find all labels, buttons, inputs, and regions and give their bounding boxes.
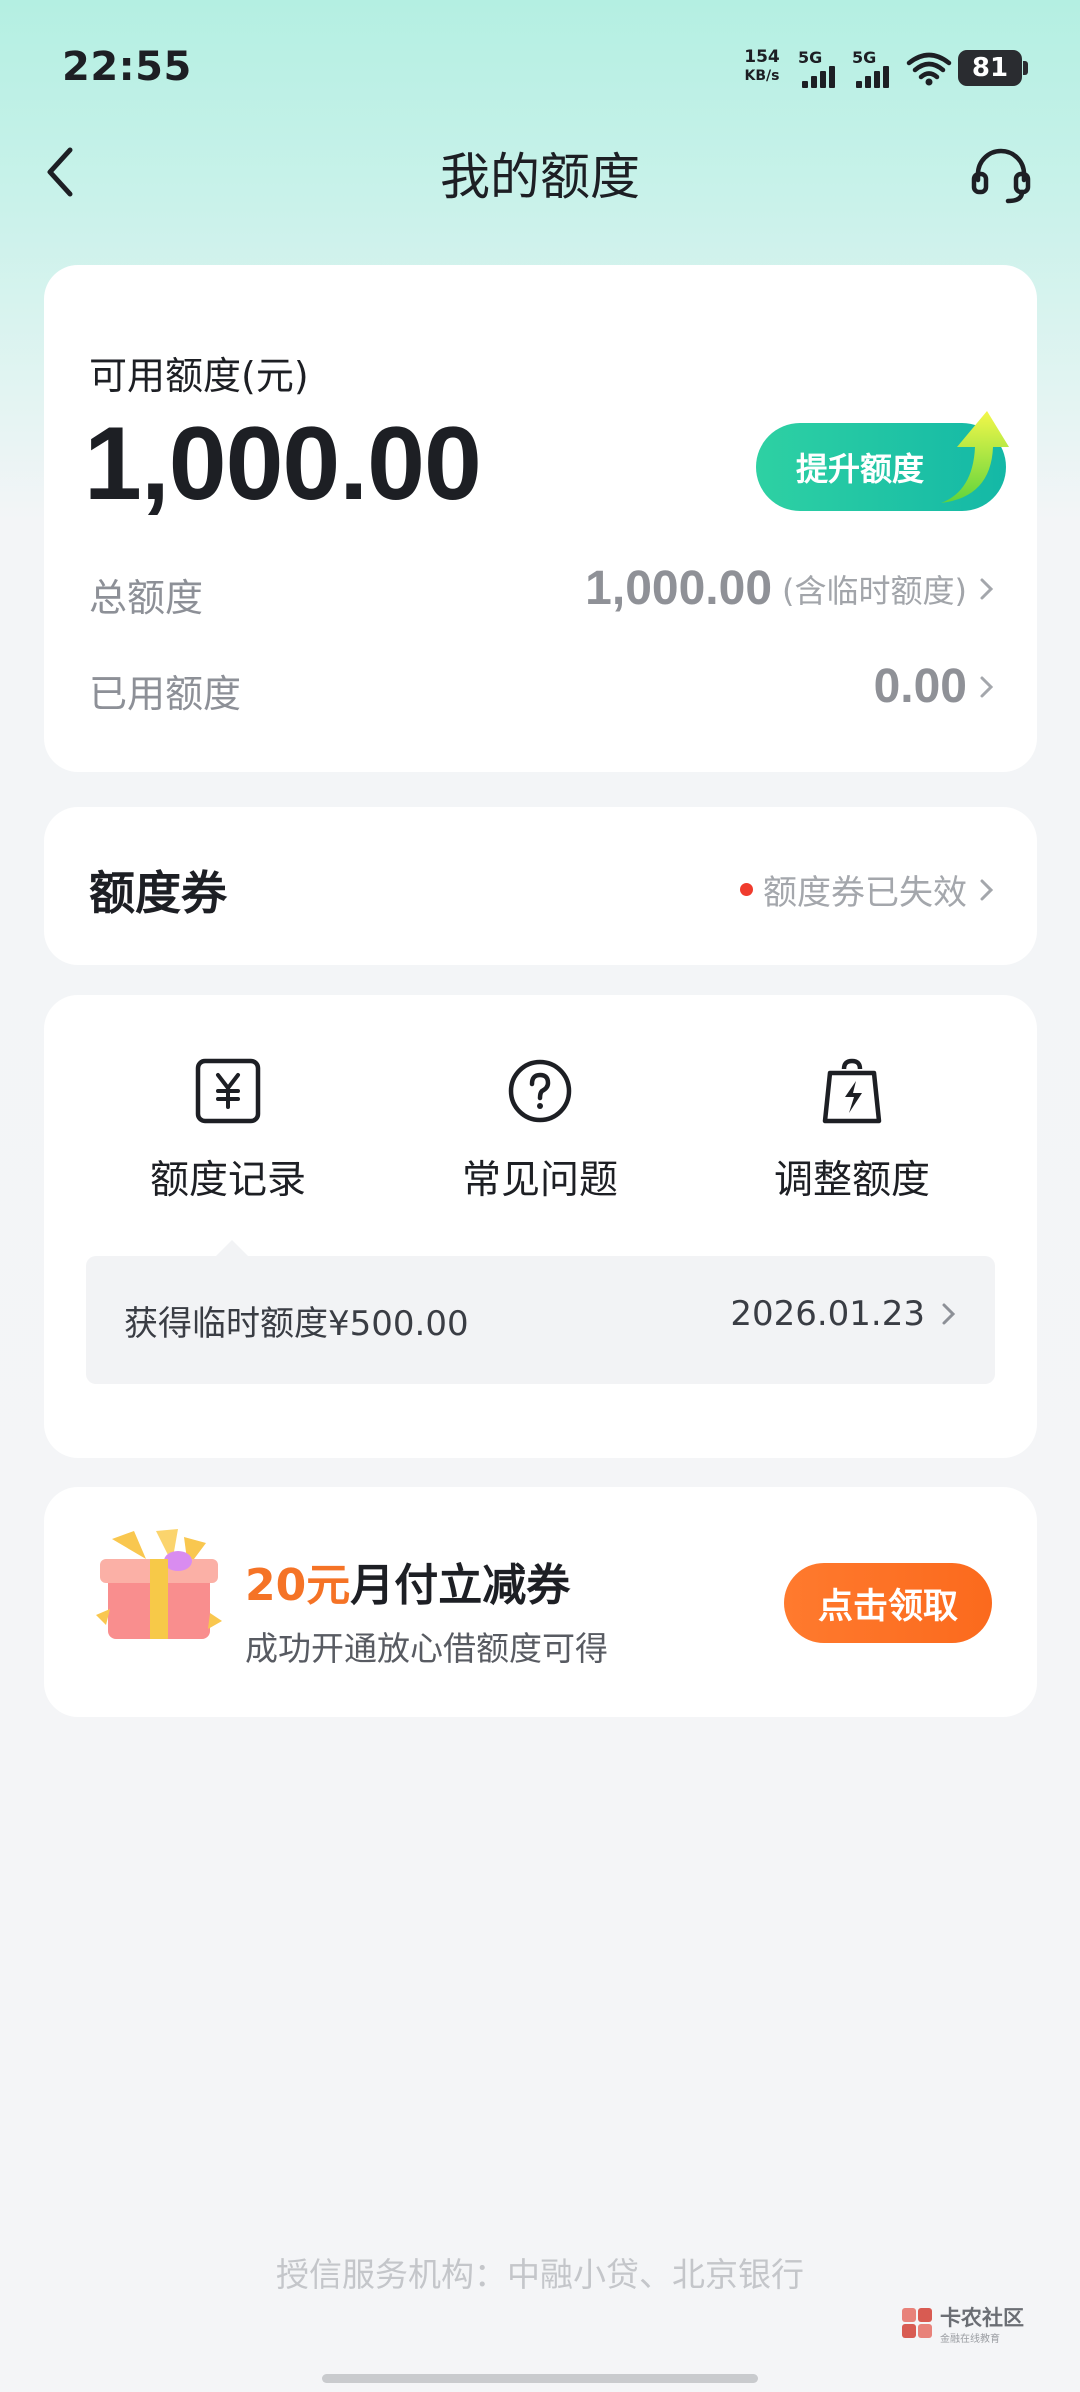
- gift-box-icon: [96, 1529, 222, 1639]
- limit-record-item-date: 2026.01.23: [730, 1294, 959, 1334]
- page-title: 我的额度: [440, 148, 640, 206]
- limit-record-date-text: 2026.01.23: [730, 1294, 925, 1334]
- raise-limit-label: 提升额度: [796, 450, 925, 488]
- credit-institution-footer: 授信服务机构：中融小贷、北京银行: [276, 2255, 804, 2294]
- watermark-sub: 金融在线教育: [940, 2334, 1000, 2345]
- limit-record-button[interactable]: 额度记录: [98, 1055, 358, 1205]
- available-limit-label: 可用额度(元): [89, 354, 309, 398]
- watermark-logo: 卡农社区 金融在线教育: [898, 2300, 1028, 2350]
- sim1-label: 5G: [798, 48, 823, 67]
- total-limit-row[interactable]: 1,000.00 (含临时额度): [585, 561, 997, 616]
- wifi-icon: [906, 52, 952, 86]
- lightning-bag-icon: [822, 1058, 882, 1124]
- limit-record-item-text: 获得临时额度¥500.00: [124, 1304, 469, 1344]
- chevron-right-icon: [942, 1303, 956, 1325]
- promo-card: 20元月付立减券 成功开通放心借额度可得 点击领取: [44, 1487, 1037, 1717]
- watermark-name: 卡农社区: [940, 2306, 1024, 2330]
- chevron-right-icon: [980, 879, 994, 900]
- faq-button[interactable]: 常见问题: [410, 1055, 670, 1205]
- limit-coupon-status: 额度券已失效: [740, 865, 997, 914]
- adjust-limit-label: 调整额度: [773, 1158, 930, 1203]
- network-speed-value: 154: [744, 47, 780, 67]
- record-pointer: [216, 1240, 248, 1256]
- network-speed-unit: KB/s: [744, 68, 780, 84]
- signal-icon-sim1: 5G: [798, 48, 842, 88]
- claim-button[interactable]: 点击领取: [784, 1563, 992, 1643]
- customer-service-headset-icon[interactable]: [970, 144, 1032, 206]
- used-limit-value: 0.00: [873, 660, 967, 713]
- adjust-limit-button[interactable]: 调整额度: [722, 1055, 982, 1205]
- limit-record-label: 额度记录: [149, 1158, 306, 1203]
- battery-icon: 81: [958, 50, 1028, 86]
- watermark-logo-icon: [902, 2308, 932, 2338]
- used-limit-row[interactable]: 0.00: [874, 659, 997, 714]
- promo-title: 20元月付立减券: [245, 1549, 570, 1613]
- chevron-right-icon: [980, 578, 994, 599]
- promo-title-rest: 月付立减券: [350, 1560, 571, 1611]
- available-limit-amount: 1,000.00: [84, 406, 482, 522]
- used-limit-label: 已用额度: [89, 672, 242, 716]
- sim2-label: 5G: [852, 48, 877, 67]
- limit-coupon-title: 额度券: [89, 866, 227, 920]
- actions-card: 额度记录 常见问题 调整额度 获得临时额度¥500.00 2026.01.23: [44, 995, 1037, 1458]
- yuan-receipt-icon: [195, 1058, 261, 1124]
- limit-coupon-status-text: 额度券已失效: [763, 873, 967, 913]
- total-limit-note: (含临时额度): [782, 571, 967, 610]
- faq-label: 常见问题: [461, 1158, 618, 1203]
- promo-title-highlight: 20元: [245, 1560, 351, 1611]
- limit-card: 可用额度(元) 1,000.00 提升额度 总额度 1,000.00 (含临时额…: [44, 265, 1037, 772]
- status-time: 22:55: [62, 44, 192, 90]
- chevron-right-icon: [980, 676, 994, 697]
- promo-subtitle: 成功开通放心借额度可得: [245, 1629, 608, 1668]
- total-limit-value: 1,000.00: [585, 562, 773, 615]
- home-indicator[interactable]: [322, 2374, 758, 2383]
- limit-record-item[interactable]: 获得临时额度¥500.00 2026.01.23: [86, 1256, 995, 1384]
- status-bar: 22:55 154 KB/s 5G 5G 81: [0, 0, 1080, 130]
- question-circle-icon: [508, 1059, 572, 1123]
- network-speed: 154 KB/s: [740, 48, 784, 86]
- alert-dot-icon: [740, 883, 753, 896]
- total-limit-label: 总额度: [89, 576, 204, 620]
- limit-coupon-card[interactable]: 额度券 额度券已失效: [44, 807, 1037, 965]
- signal-icon-sim2: 5G: [852, 48, 896, 88]
- up-arrow-icon: [941, 411, 1009, 503]
